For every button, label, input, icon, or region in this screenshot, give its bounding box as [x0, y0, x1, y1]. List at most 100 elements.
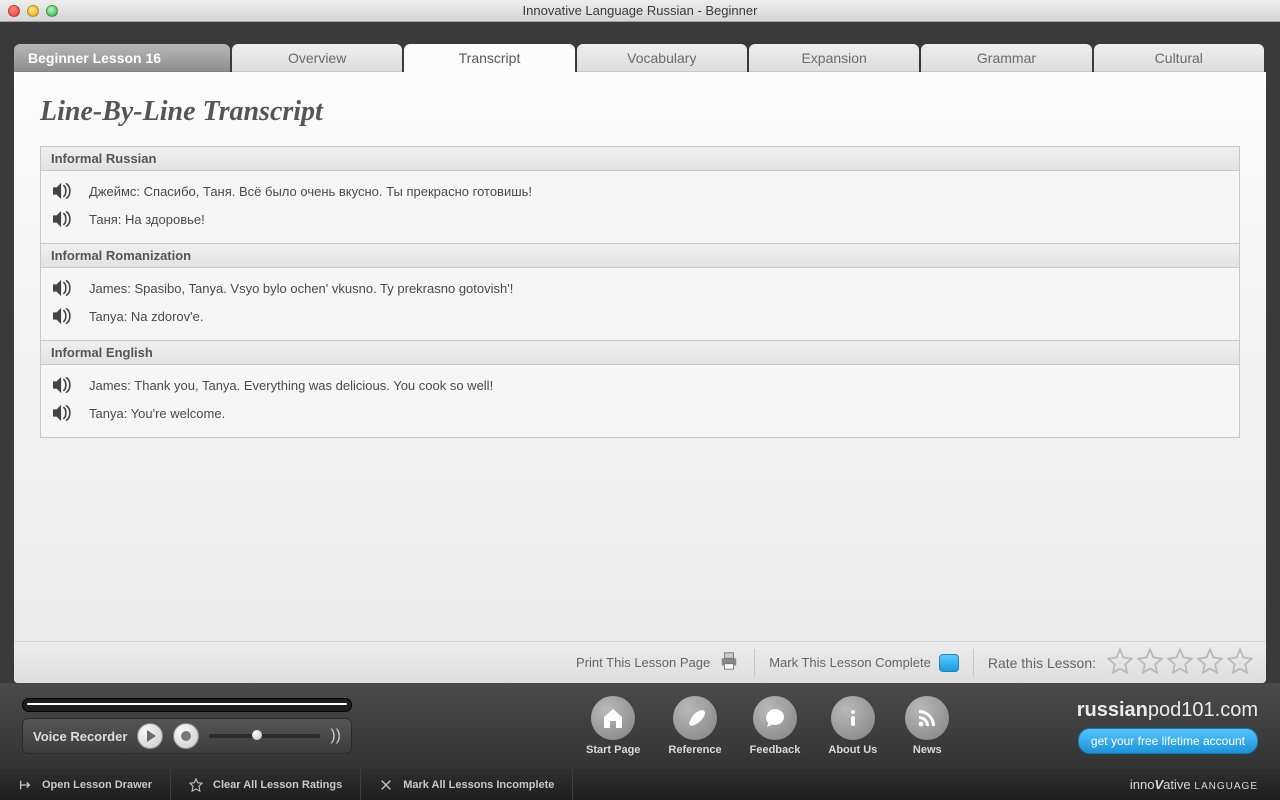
volume-icon: )) — [330, 727, 341, 745]
record-icon — [181, 731, 191, 741]
transcript-line: James: Spasibo, Tanya. Vsyo bylo ochen' … — [49, 274, 1231, 302]
mark-incomplete-button[interactable]: Mark All Lessons Incomplete — [361, 769, 573, 800]
tab-expansion[interactable]: Expansion — [749, 44, 919, 72]
app-chrome: Beginner Lesson 16 Overview Transcript V… — [0, 22, 1280, 769]
footer-brand-left: inno — [1130, 777, 1155, 792]
dock-news[interactable]: News — [905, 696, 949, 756]
transcript-box: Informal Russian Джеймс: Спасибо, Таня. … — [40, 146, 1240, 438]
printer-icon — [718, 651, 740, 674]
mark-complete-label: Mark This Lesson Complete — [769, 655, 931, 670]
mark-complete-button[interactable]: Mark This Lesson Complete — [769, 642, 959, 683]
recorder-label: Voice Recorder — [33, 729, 127, 744]
dock: Voice Recorder )) Start Page Reference F… — [0, 683, 1280, 769]
speaker-icon — [51, 182, 73, 200]
transcript-text: Tanya: You're welcome. — [89, 406, 225, 421]
recorder-progress[interactable] — [22, 698, 352, 712]
transcript-text: Джеймс: Спасибо, Таня. Всё было очень вк… — [89, 184, 532, 199]
section-body: James: Spasibo, Tanya. Vsyo bylo ochen' … — [41, 268, 1239, 340]
print-lesson-button[interactable]: Print This Lesson Page — [576, 642, 740, 683]
speaker-icon — [51, 404, 73, 422]
open-lesson-drawer-button[interactable]: Open Lesson Drawer — [0, 769, 171, 800]
dock-caption: About Us — [828, 744, 877, 756]
brand-mid: pod — [1148, 699, 1181, 721]
sb-label: Clear All Lesson Ratings — [213, 779, 342, 791]
tab-vocabulary[interactable]: Vocabulary — [577, 44, 747, 72]
star-icon[interactable] — [1136, 647, 1164, 678]
speaker-icon — [51, 210, 73, 228]
tab-transcript[interactable]: Transcript — [404, 44, 574, 72]
recorder-controls: Voice Recorder )) — [22, 718, 352, 754]
speaker-icon — [51, 307, 73, 325]
sb-label: Open Lesson Drawer — [42, 779, 152, 791]
section-body: Джеймс: Спасибо, Таня. Всё было очень вк… — [41, 171, 1239, 243]
dock-nav: Start Page Reference Feedback About Us N… — [586, 696, 949, 756]
tab-cultural[interactable]: Cultural — [1094, 44, 1264, 72]
star-icon[interactable] — [1166, 647, 1194, 678]
complete-checkbox-icon — [939, 654, 959, 672]
volume-slider[interactable] — [209, 734, 320, 738]
transcript-text: James: Thank you, Tanya. Everything was … — [89, 378, 493, 393]
speaker-icon — [51, 376, 73, 394]
rss-icon — [915, 706, 939, 730]
cta-button[interactable]: get your free lifetime account — [1078, 728, 1258, 754]
recorder-record-button[interactable] — [173, 723, 199, 749]
x-icon — [379, 778, 393, 792]
sb-label: Mark All Lessons Incomplete — [403, 779, 554, 791]
footer-brand-mid: ative — [1163, 777, 1190, 792]
voice-recorder: Voice Recorder )) — [22, 698, 352, 754]
star-icon[interactable] — [1196, 647, 1224, 678]
info-icon — [841, 706, 865, 730]
play-line-button[interactable] — [49, 277, 75, 299]
star-outline-icon — [189, 778, 203, 792]
dock-caption: News — [913, 744, 942, 756]
star-rating[interactable] — [1106, 647, 1254, 678]
page-title: Line-By-Line Transcript — [40, 96, 1240, 128]
clear-ratings-button[interactable]: Clear All Lesson Ratings — [171, 769, 361, 800]
transcript-text: Tanya: Na zdorov'e. — [89, 309, 204, 324]
dock-brand: russianpod101.com get your free lifetime… — [1077, 699, 1258, 754]
footer-brand: innoVative LANGUAGE — [1130, 777, 1280, 792]
play-line-button[interactable] — [49, 402, 75, 424]
dock-reference[interactable]: Reference — [668, 696, 721, 756]
statusbar: Open Lesson Drawer Clear All Lesson Rati… — [0, 769, 1280, 800]
transcript-line: Tanya: You're welcome. — [49, 399, 1231, 427]
window-title: Innovative Language Russian - Beginner — [0, 3, 1280, 18]
dock-start-page[interactable]: Start Page — [586, 696, 640, 756]
rate-lesson: Rate this Lesson: — [988, 642, 1254, 683]
brand-link[interactable]: russianpod101.com — [1077, 699, 1258, 722]
dock-about-us[interactable]: About Us — [828, 696, 877, 756]
feather-icon — [683, 706, 707, 730]
print-label: Print This Lesson Page — [576, 655, 710, 670]
dock-caption: Start Page — [586, 744, 640, 756]
play-line-button[interactable] — [49, 305, 75, 327]
transcript-line: Таня: На здоровье! — [49, 205, 1231, 233]
section-body: James: Thank you, Tanya. Everything was … — [41, 365, 1239, 437]
star-icon[interactable] — [1226, 647, 1254, 678]
transcript-line: James: Thank you, Tanya. Everything was … — [49, 371, 1231, 399]
lesson-badge: Beginner Lesson 16 — [14, 44, 230, 72]
footer-brand-right: LANGUAGE — [1191, 781, 1258, 792]
play-line-button[interactable] — [49, 374, 75, 396]
tab-grammar[interactable]: Grammar — [921, 44, 1091, 72]
play-line-button[interactable] — [49, 180, 75, 202]
titlebar: Innovative Language Russian - Beginner — [0, 0, 1280, 22]
dock-feedback[interactable]: Feedback — [750, 696, 801, 756]
separator — [754, 649, 755, 677]
drawer-icon — [18, 778, 32, 792]
content-panel: Line-By-Line Transcript Informal Russian… — [14, 72, 1266, 683]
tab-strip: Beginner Lesson 16 Overview Transcript V… — [14, 44, 1266, 72]
brand-suffix: 101.com — [1181, 699, 1258, 721]
transcript-text: Таня: На здоровье! — [89, 212, 205, 227]
separator — [973, 649, 974, 677]
star-icon[interactable] — [1106, 647, 1134, 678]
footer-brand-v: V — [1155, 777, 1164, 792]
section-header: Informal Russian — [41, 147, 1239, 171]
transcript-line: Tanya: Na zdorov'e. — [49, 302, 1231, 330]
tab-overview[interactable]: Overview — [232, 44, 402, 72]
rate-label: Rate this Lesson: — [988, 655, 1096, 671]
play-line-button[interactable] — [49, 208, 75, 230]
brand-prefix: russian — [1077, 699, 1148, 721]
recorder-play-button[interactable] — [137, 723, 163, 749]
dock-caption: Reference — [668, 744, 721, 756]
section-header: Informal English — [41, 340, 1239, 365]
